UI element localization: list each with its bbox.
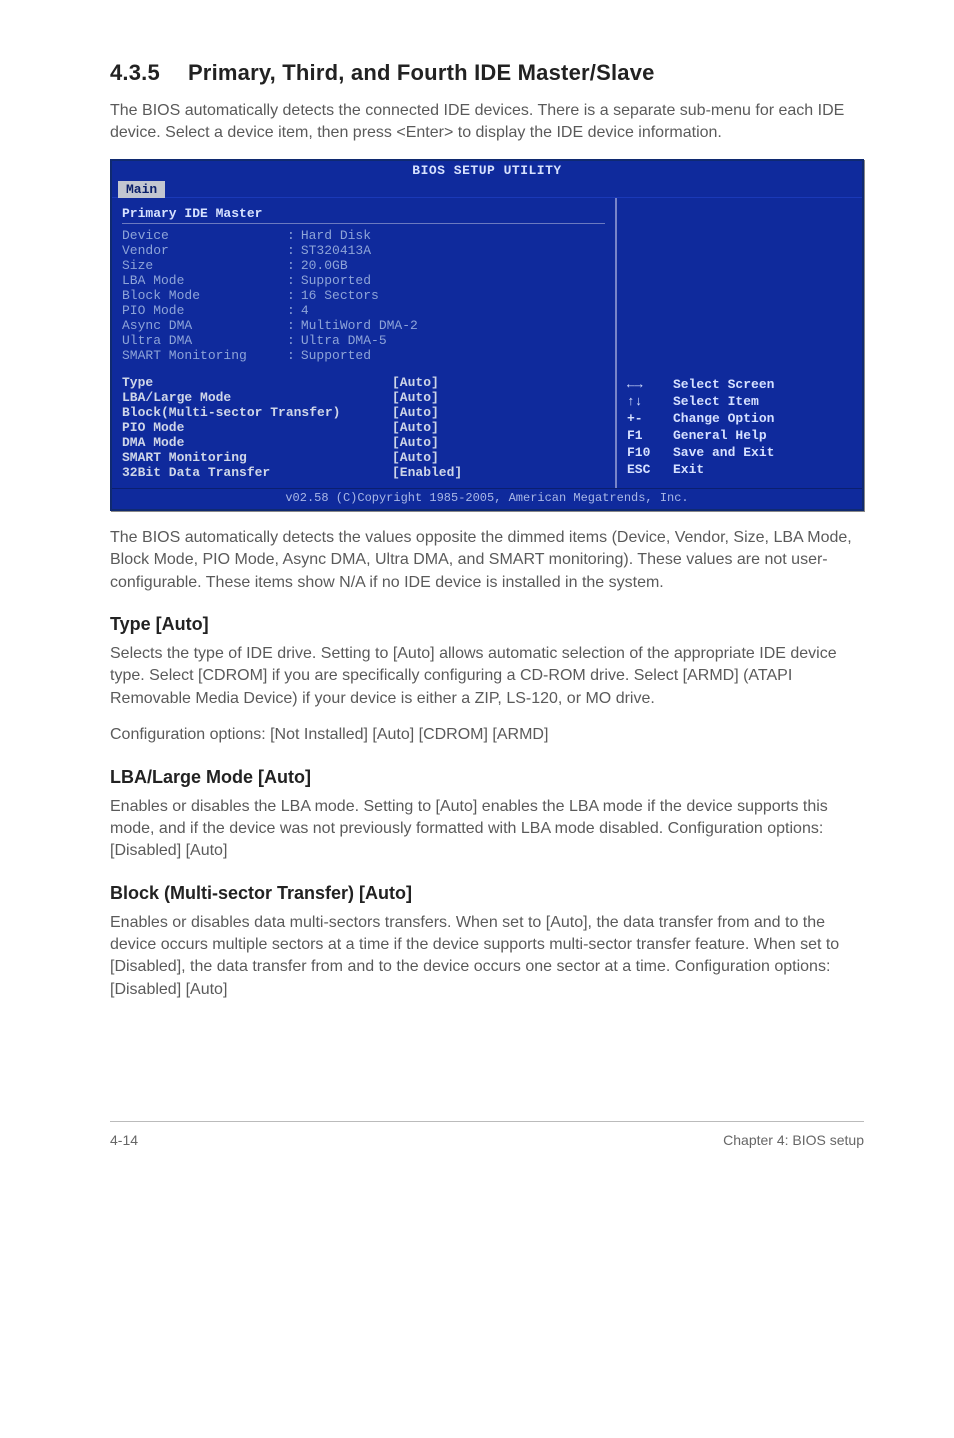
sub-paragraph: Configuration options: [Not Installed] […	[110, 724, 864, 746]
bios-opt-label: LBA/Large Mode	[122, 390, 392, 405]
bios-option-row: LBA/Large Mode[Auto]	[122, 390, 605, 405]
sub-paragraph: Selects the type of IDE drive. Setting t…	[110, 643, 864, 710]
sub-heading-type: Type [Auto]	[110, 614, 864, 635]
bios-help-desc: Select Item	[673, 394, 759, 409]
section-heading: 4.3.5 Primary, Third, and Fourth IDE Mast…	[110, 60, 864, 86]
bios-dev-label: Device	[122, 228, 287, 243]
bios-option-row: PIO Mode[Auto]	[122, 420, 605, 435]
section-number: 4.3.5	[110, 60, 160, 86]
bios-help-block: ←→Select Screen ↑↓Select Item +-Change O…	[627, 376, 852, 478]
bios-help-row: ←→Select Screen	[627, 376, 852, 393]
bios-opt-value: [Auto]	[392, 450, 439, 465]
bios-option-row: Block(Multi-sector Transfer)[Auto]	[122, 405, 605, 420]
sub-paragraph: Enables or disables data multi-sectors t…	[110, 912, 864, 1002]
sub-heading-block: Block (Multi-sector Transfer) [Auto]	[110, 883, 864, 904]
bios-help-desc: Change Option	[673, 411, 774, 426]
bios-title: BIOS SETUP UTILITY	[112, 161, 862, 180]
bios-help-key: +-	[627, 411, 673, 426]
bios-device-row: Device:Hard Disk	[122, 228, 605, 243]
section-title: Primary, Third, and Fourth IDE Master/Sl…	[188, 60, 655, 85]
bios-dev-label: SMART Monitoring	[122, 348, 287, 363]
bios-opt-label: DMA Mode	[122, 435, 392, 450]
bios-dev-value: Ultra DMA-5	[301, 333, 387, 348]
bios-left-pane: Primary IDE Master Device:Hard Disk Vend…	[112, 198, 615, 488]
bios-device-row: Ultra DMA:Ultra DMA-5	[122, 333, 605, 348]
bios-dev-label: Size	[122, 258, 287, 273]
bios-dev-value: Hard Disk	[301, 228, 371, 243]
bios-help-key: ↑↓	[627, 394, 673, 409]
bios-help-desc: Select Screen	[673, 377, 774, 392]
bios-help-desc: Save and Exit	[673, 445, 774, 460]
sub-heading-lba: LBA/Large Mode [Auto]	[110, 767, 864, 788]
bios-help-row: +-Change Option	[627, 410, 852, 427]
after-bios-paragraph: The BIOS automatically detects the value…	[110, 527, 864, 594]
bios-help-key: ←→	[627, 377, 673, 392]
bios-screenshot: BIOS SETUP UTILITY Main Primary IDE Mast…	[110, 159, 864, 511]
bios-help-row: F10Save and Exit	[627, 444, 852, 461]
bios-device-row: Vendor:ST320413A	[122, 243, 605, 258]
bios-device-row: Size:20.0GB	[122, 258, 605, 273]
bios-body: Primary IDE Master Device:Hard Disk Vend…	[112, 197, 862, 488]
bios-dev-value: 4	[301, 303, 309, 318]
bios-option-row: SMART Monitoring[Auto]	[122, 450, 605, 465]
bios-dev-label: LBA Mode	[122, 273, 287, 288]
bios-help-row: F1General Help	[627, 427, 852, 444]
bios-device-row: Async DMA:MultiWord DMA-2	[122, 318, 605, 333]
bios-opt-label: 32Bit Data Transfer	[122, 465, 392, 480]
bios-dev-value: MultiWord DMA-2	[301, 318, 418, 333]
bios-help-desc: Exit	[673, 462, 704, 477]
bios-dev-value: 16 Sectors	[301, 288, 379, 303]
bios-dev-label: Block Mode	[122, 288, 287, 303]
bios-device-row: SMART Monitoring:Supported	[122, 348, 605, 363]
bios-dev-label: Vendor	[122, 243, 287, 258]
bios-dev-value: Supported	[301, 273, 371, 288]
bios-option-row: 32Bit Data Transfer[Enabled]	[122, 465, 605, 480]
bios-dev-value: Supported	[301, 348, 371, 363]
bios-opt-value: [Auto]	[392, 435, 439, 450]
bios-opt-value: [Auto]	[392, 405, 439, 420]
bios-dev-value: ST320413A	[301, 243, 371, 258]
bios-dev-label: Ultra DMA	[122, 333, 287, 348]
bios-device-row: Block Mode:16 Sectors	[122, 288, 605, 303]
bios-opt-label: SMART Monitoring	[122, 450, 392, 465]
bios-opt-value: [Auto]	[392, 420, 439, 435]
bios-footer: v02.58 (C)Copyright 1985-2005, American …	[112, 488, 862, 509]
bios-dev-label: Async DMA	[122, 318, 287, 333]
bios-tab-main: Main	[118, 181, 165, 198]
bios-device-row: PIO Mode:4	[122, 303, 605, 318]
bios-dev-value: 20.0GB	[301, 258, 348, 273]
bios-help-row: ESCExit	[627, 461, 852, 478]
bios-help-desc: General Help	[673, 428, 767, 443]
bios-left-title: Primary IDE Master	[122, 204, 605, 223]
bios-options: Type[Auto] LBA/Large Mode[Auto] Block(Mu…	[122, 369, 605, 480]
bios-help-row: ↑↓Select Item	[627, 393, 852, 410]
bios-opt-label: Type	[122, 375, 392, 390]
bios-help-key: F1	[627, 428, 673, 443]
bios-opt-value: [Auto]	[392, 390, 439, 405]
bios-right-pane: ←→Select Screen ↑↓Select Item +-Change O…	[615, 198, 862, 488]
bios-opt-label: PIO Mode	[122, 420, 392, 435]
bios-opt-value: [Auto]	[392, 375, 439, 390]
page-number: 4-14	[110, 1132, 138, 1148]
sub-paragraph: Enables or disables the LBA mode. Settin…	[110, 796, 864, 863]
intro-paragraph: The BIOS automatically detects the conne…	[110, 100, 864, 145]
bios-device-info: Device:Hard Disk Vendor:ST320413A Size:2…	[122, 223, 605, 369]
bios-help-key: F10	[627, 445, 673, 460]
bios-dev-label: PIO Mode	[122, 303, 287, 318]
page-footer: 4-14 Chapter 4: BIOS setup	[110, 1121, 864, 1148]
chapter-label: Chapter 4: BIOS setup	[723, 1132, 864, 1148]
bios-help-key: ESC	[627, 462, 673, 477]
bios-opt-label: Block(Multi-sector Transfer)	[122, 405, 392, 420]
bios-opt-value: [Enabled]	[392, 465, 462, 480]
bios-header-row: BIOS SETUP UTILITY Main	[112, 161, 862, 197]
bios-option-row: Type[Auto]	[122, 375, 605, 390]
bios-option-row: DMA Mode[Auto]	[122, 435, 605, 450]
bios-device-row: LBA Mode:Supported	[122, 273, 605, 288]
